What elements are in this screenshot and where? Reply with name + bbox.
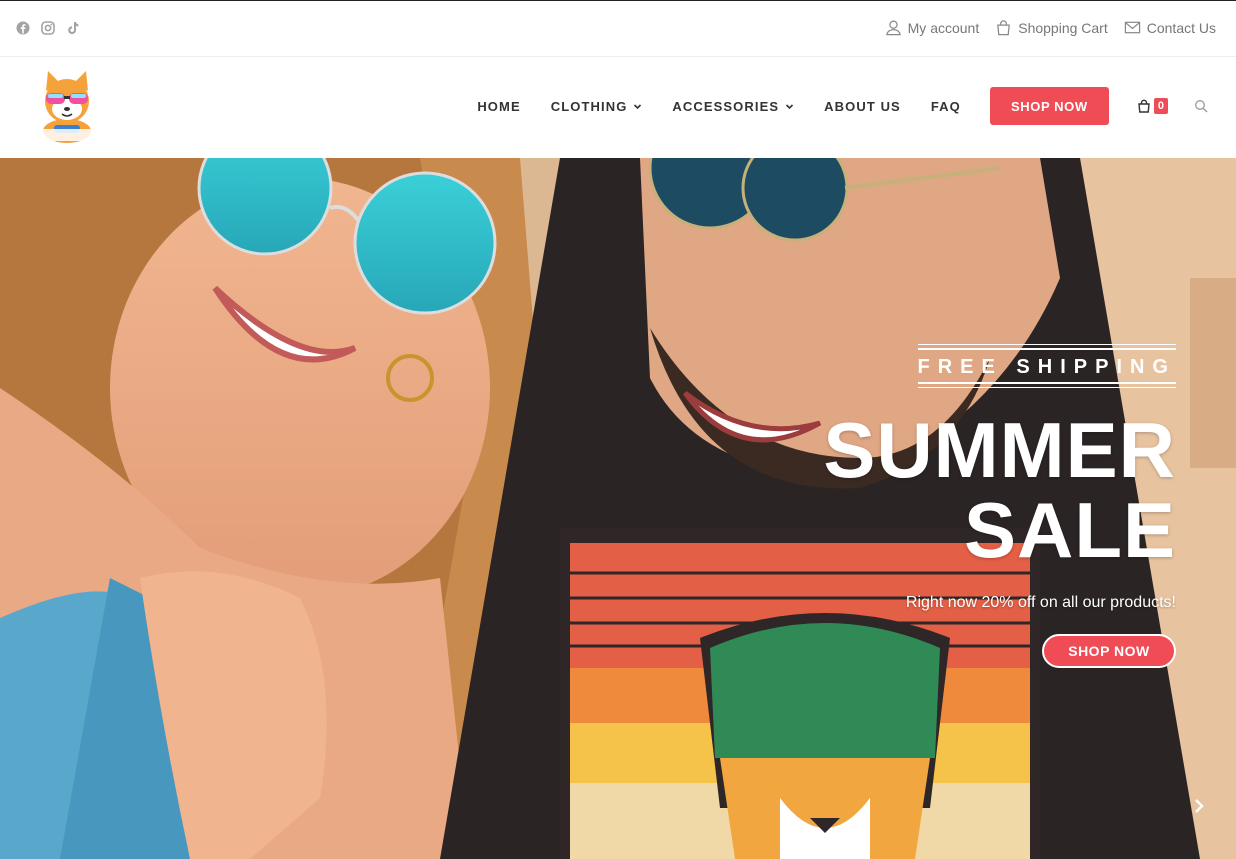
hero-title-line2: SALE [963,486,1176,574]
nav-home[interactable]: HOME [477,99,520,114]
chevron-down-icon [786,103,794,109]
cart-count-badge: 0 [1153,98,1168,114]
nav-accessories[interactable]: ACCESSORIES [672,99,794,114]
search-icon[interactable] [1194,99,1208,113]
hero-title: SUMMER SALE [796,410,1176,570]
nav-clothing-label: CLOTHING [550,98,628,114]
shopping-cart-link[interactable]: Shopping Cart [995,19,1108,36]
my-account-link[interactable]: My account [885,19,980,36]
site-logo[interactable] [24,69,110,145]
facebook-icon[interactable] [16,21,30,35]
hero-subtitle: Right now 20% off on all our products! [905,594,1176,611]
user-icon [885,20,901,36]
contact-us-link[interactable]: Contact Us [1124,19,1216,36]
top-links: My account Shopping Cart Contact Us [885,19,1216,36]
chevron-right-icon[interactable] [1194,798,1204,814]
nav-accessories-label: ACCESSORIES [672,98,780,114]
instagram-icon[interactable] [41,21,55,35]
my-account-label: My account [907,19,980,36]
tiktok-icon[interactable] [66,21,80,35]
site-header: HOME CLOTHING ACCESSORIES ABOUT US FAQ S… [0,57,1236,158]
nav-faq-label: FAQ [930,98,961,114]
social-links [16,21,80,35]
bag-icon [1138,99,1150,113]
nav-home-label: HOME [477,98,521,114]
chevron-down-icon [634,103,642,109]
top-bar: My account Shopping Cart Contact Us [0,0,1236,57]
hero-shop-now-button[interactable]: SHOP NOW [1042,634,1176,668]
shopping-cart-label: Shopping Cart [1018,19,1108,36]
header-shop-now-button[interactable]: SHOP NOW [989,87,1109,125]
hero-content: FREE SHIPPING SUMMER SALE Right now 20% … [796,344,1177,668]
nav-faq[interactable]: FAQ [931,99,961,114]
contact-us-label: Contact Us [1146,19,1216,36]
nav-about-us[interactable]: ABOUT US [824,99,901,114]
bag-icon [997,20,1011,36]
hero-slider: FREE SHIPPING SUMMER SALE Right now 20% … [0,158,1236,859]
hero-kicker: FREE SHIPPING [917,344,1177,388]
mail-icon [1124,21,1140,34]
main-nav: HOME CLOTHING ACCESSORIES ABOUT US FAQ S… [462,86,1208,126]
hero-title-line1: SUMMER [823,406,1176,494]
nav-about-label: ABOUT US [824,98,901,114]
nav-clothing[interactable]: CLOTHING [551,99,643,114]
header-cart-button[interactable]: 0 [1137,98,1168,114]
